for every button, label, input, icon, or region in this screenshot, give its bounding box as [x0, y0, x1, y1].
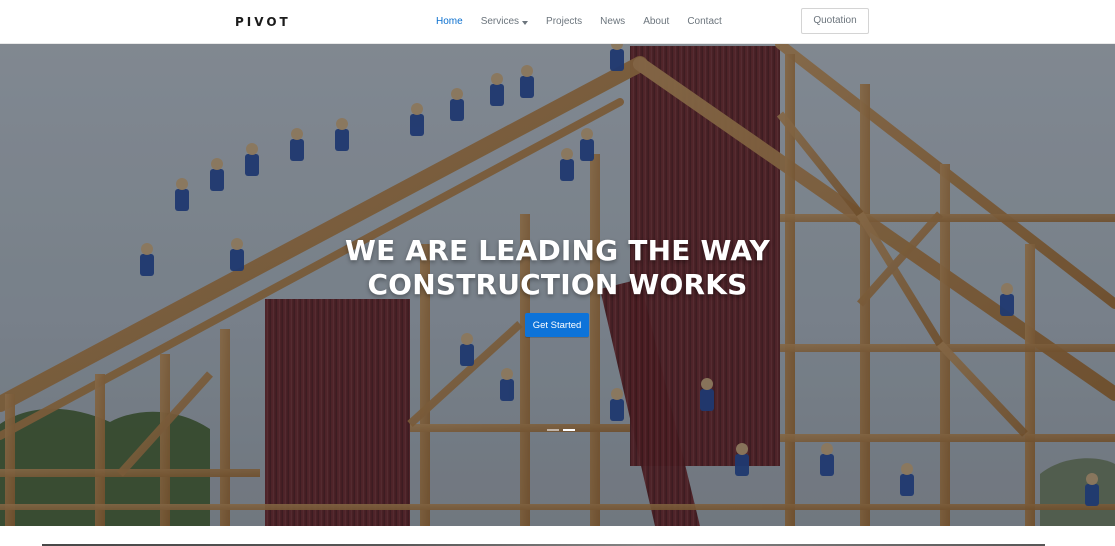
- nav-contact-label: Contact: [687, 16, 722, 27]
- nav-about[interactable]: About: [643, 14, 669, 30]
- hero-title-line-1: WE ARE LEADING THE WAY: [344, 234, 771, 267]
- hero-title: WE ARE LEADING THE WAY CONSTRUCTION WORK…: [0, 234, 1115, 302]
- nav-projects-label: Projects: [546, 16, 583, 27]
- top-navbar: PIVOT Home Services Projects News About …: [0, 0, 1115, 44]
- nav-contact[interactable]: Contact: [687, 14, 721, 30]
- carousel-indicator-2[interactable]: [563, 429, 575, 431]
- nav-services[interactable]: Services: [480, 14, 529, 30]
- carousel-indicators: [547, 429, 575, 431]
- hero-carousel: WE ARE LEADING THE WAY CONSTRUCTION WORK…: [0, 44, 1115, 526]
- nav-home-label: Home: [436, 16, 463, 27]
- hero-title-line-2: CONSTRUCTION WORKS: [367, 268, 748, 301]
- nav-services-label: Services: [480, 16, 520, 27]
- brand-logo[interactable]: PIVOT: [235, 14, 291, 30]
- nav-projects[interactable]: Projects: [546, 14, 582, 30]
- page: PIVOT Home Services Projects News About …: [0, 0, 1115, 546]
- carousel-indicator-1[interactable]: [547, 429, 559, 431]
- nav-news[interactable]: News: [600, 14, 625, 30]
- nav-about-label: About: [643, 16, 670, 27]
- get-started-button[interactable]: Get Started: [525, 313, 589, 337]
- chevron-down-icon: [522, 20, 529, 25]
- next-section-peek: [0, 526, 1115, 546]
- nav-news-label: News: [600, 16, 626, 27]
- nav-home[interactable]: Home: [436, 14, 463, 30]
- quotation-button[interactable]: Quotation: [801, 8, 869, 34]
- main-nav: Home Services Projects News About Contac…: [436, 14, 722, 30]
